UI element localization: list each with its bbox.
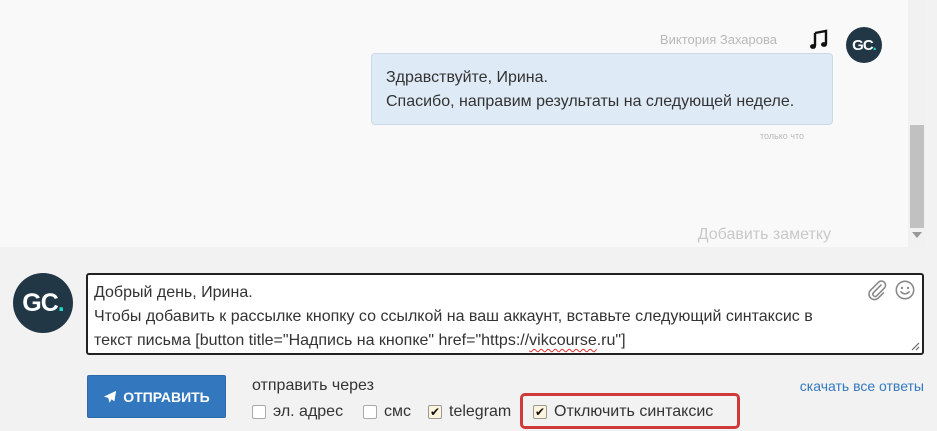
option-sms-label: смс bbox=[384, 403, 411, 420]
misspelled-word: vikcourse bbox=[529, 332, 597, 349]
reply-textarea[interactable]: Добрый день, Ирина. Чтобы добавить к рас… bbox=[86, 273, 924, 355]
reply-text-segment: .ru"] bbox=[596, 332, 626, 349]
send-via-label: отправить через bbox=[252, 377, 374, 394]
download-all-replies-link[interactable]: скачать все ответы bbox=[800, 378, 924, 394]
sender-name: Виктория Захарова bbox=[659, 32, 777, 47]
reply-line: текст письма [button title="Надпись на к… bbox=[94, 329, 862, 353]
message-timestamp: только что bbox=[759, 131, 804, 141]
reply-line: Добрый день, Ирина. bbox=[94, 284, 253, 301]
option-email-label: эл. адрес bbox=[273, 403, 344, 420]
scrollbar-thumb[interactable] bbox=[910, 125, 924, 228]
chat-history: Виктория Захарова GC. Здравствуйте, Ирин… bbox=[0, 0, 908, 247]
message-bubble: Здравствуйте, Ирина. Спасибо, направим р… bbox=[371, 53, 833, 125]
option-telegram-label: telegram bbox=[449, 403, 512, 420]
option-email[interactable]: эл. адрес bbox=[252, 403, 343, 421]
right-gutter bbox=[926, 0, 937, 247]
send-button-label: ОТПРАВИТЬ bbox=[123, 388, 210, 405]
sms-checkbox[interactable] bbox=[363, 405, 377, 419]
composer-avatar: GC. bbox=[13, 273, 73, 333]
message-line: Спасибо, направим результаты на следующе… bbox=[386, 93, 795, 110]
paper-plane-icon bbox=[104, 390, 117, 403]
email-checkbox[interactable] bbox=[252, 405, 266, 419]
avatar-dot: . bbox=[872, 36, 877, 54]
reply-line: Чтобы добавить к рассылке кнопку со ссыл… bbox=[94, 308, 813, 325]
scroll-down-arrow-icon[interactable] bbox=[912, 232, 922, 238]
highlight-annotation-box bbox=[520, 393, 740, 429]
option-sms[interactable]: смс bbox=[363, 403, 411, 421]
resize-handle-icon[interactable] bbox=[910, 341, 920, 351]
send-button[interactable]: ОТПРАВИТЬ bbox=[87, 375, 226, 418]
avatar-initials: GC bbox=[852, 36, 873, 54]
reply-text-segment: текст письма [button title="Надпись на к… bbox=[94, 332, 530, 349]
avatar-dot: . bbox=[57, 288, 65, 317]
add-note-button[interactable]: Добавить заметку bbox=[698, 226, 831, 244]
chat-scrollbar[interactable] bbox=[908, 0, 926, 247]
agent-avatar: GC. bbox=[846, 27, 882, 63]
music-note-icon bbox=[810, 29, 828, 49]
smiley-icon[interactable] bbox=[894, 279, 916, 301]
paperclip-icon[interactable] bbox=[866, 279, 888, 301]
avatar-initials: GC bbox=[22, 288, 58, 317]
telegram-checkbox[interactable]: ✔ bbox=[428, 405, 442, 419]
option-telegram[interactable]: ✔ telegram bbox=[428, 403, 511, 421]
message-line: Здравствуйте, Ирина. bbox=[386, 69, 548, 86]
